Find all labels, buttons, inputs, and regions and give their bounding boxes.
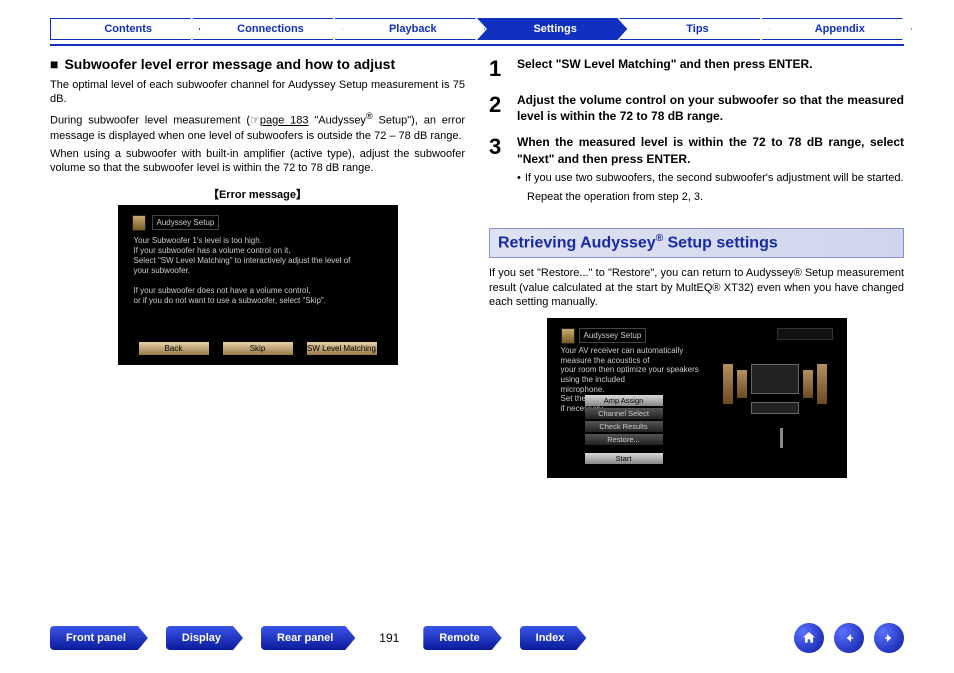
bullet-icon: • <box>517 171 521 186</box>
shot1-l1: Your Subwoofer 1's level is too high. <box>134 236 382 246</box>
shot1-l2: If your subwoofer has a volume control o… <box>134 246 382 256</box>
menu-restore: Restore... <box>585 434 663 445</box>
menu-start: Start <box>585 453 663 464</box>
arrow-left-icon <box>841 630 857 646</box>
display-link[interactable]: Display <box>166 626 243 650</box>
step-1-text: Select "SW Level Matching" and then pres… <box>517 56 904 82</box>
tab-appendix[interactable]: Appendix <box>762 18 912 40</box>
square-bullet-icon: ■ <box>50 56 58 74</box>
menu-check-results: Check Results <box>585 421 663 432</box>
top-divider <box>50 44 904 46</box>
receiver-graphic <box>751 402 799 414</box>
shot2-l3: microphone. <box>561 385 711 395</box>
shot2-menu: Amp Assign Channel Select Check Results … <box>585 395 663 464</box>
reg-mark: ® <box>366 111 373 121</box>
index-link[interactable]: Index <box>520 626 587 650</box>
rear-panel-link[interactable]: Rear panel <box>261 626 355 650</box>
shot2-title: Audyssey Setup <box>579 328 647 343</box>
step-3-num: 3 <box>489 134 507 204</box>
shot1-l3: Select "SW Level Matching" to interactiv… <box>134 256 382 266</box>
top-tabs: Contents Connections Playback Settings T… <box>50 18 904 40</box>
section-title: Retrieving Audyssey® Setup settings <box>489 228 904 257</box>
step-2: 2 Adjust the volume control on your subw… <box>489 92 904 124</box>
left-p1: The optimal level of each subwoofer chan… <box>50 78 465 108</box>
speaker-icon-2 <box>561 328 575 344</box>
tab-settings[interactable]: Settings <box>477 18 627 40</box>
shot1-l4: your subwoofer. <box>134 266 382 276</box>
step-3-text: When the measured level is within the 72… <box>517 134 904 204</box>
page-number: 191 <box>373 631 405 645</box>
step-3-sub1-text: If you use two subwoofers, the second su… <box>525 171 904 186</box>
next-button[interactable] <box>874 623 904 653</box>
left-heading-text: Subwoofer level error message and how to… <box>64 56 395 74</box>
speaker-graphic <box>817 364 827 404</box>
bottom-bar: Front panel Display Rear panel 191 Remot… <box>50 623 904 653</box>
remote-link[interactable]: Remote <box>423 626 501 650</box>
shot2-l2: your room then optimize your speakers us… <box>561 365 711 384</box>
arrow-right-icon <box>881 630 897 646</box>
step-3-sub1: • If you use two subwoofers, the second … <box>517 171 904 186</box>
step-3-sub2: Repeat the operation from step 2, 3. <box>527 190 904 205</box>
section-para: If you set "Restore..." to "Restore", yo… <box>489 266 904 311</box>
shot1-title: Audyssey Setup <box>152 215 220 230</box>
tv-graphic <box>751 364 799 394</box>
prev-button[interactable] <box>834 623 864 653</box>
shot1-l6: or if you do not want to use a subwoofer… <box>134 296 382 306</box>
right-column: 1 Select "SW Level Matching" and then pr… <box>489 56 904 478</box>
speaker-icon <box>132 215 146 231</box>
tab-connections[interactable]: Connections <box>192 18 342 40</box>
mic-graphic <box>780 428 783 448</box>
home-button[interactable] <box>794 623 824 653</box>
step-2-num: 2 <box>489 92 507 124</box>
shot2-graphic <box>713 358 833 458</box>
speaker-graphic <box>803 370 813 398</box>
hand-icon: ☞ <box>250 115 260 127</box>
front-panel-link[interactable]: Front panel <box>50 626 148 650</box>
speaker-graphic <box>723 364 733 404</box>
shot1-skip-button: Skip <box>223 342 293 355</box>
shot2-l1: Your AV receiver can automatically measu… <box>561 346 711 365</box>
left-p3: When using a subwoofer with built-in amp… <box>50 147 465 177</box>
tab-contents[interactable]: Contents <box>50 18 200 40</box>
step-3: 3 When the measured level is within the … <box>489 134 904 204</box>
shot1-back-button: Back <box>139 342 209 355</box>
menu-amp-assign: Amp Assign <box>585 395 663 406</box>
home-icon <box>801 630 817 646</box>
left-p2: During subwoofer level measurement (☞pag… <box>50 110 465 143</box>
audyssey-logo <box>777 328 833 340</box>
left-column: ■ Subwoofer level error message and how … <box>50 56 465 478</box>
step-3-main: When the measured level is within the 72… <box>517 135 904 165</box>
step-1-num: 1 <box>489 56 507 82</box>
shot1-l5: If your subwoofer does not have a volume… <box>134 286 382 296</box>
error-message-label: 【Error message】 <box>50 186 465 202</box>
page-183-link[interactable]: page 183 <box>260 115 309 127</box>
step-1: 1 Select "SW Level Matching" and then pr… <box>489 56 904 82</box>
tab-playback[interactable]: Playback <box>335 18 485 40</box>
shot1-sw-button: SW Level Matching <box>307 342 377 355</box>
setup-screenshot: Audyssey Setup Your AV receiver can auto… <box>547 318 847 478</box>
error-screenshot: Audyssey Setup Your Subwoofer 1's level … <box>118 205 398 365</box>
left-heading: ■ Subwoofer level error message and how … <box>50 56 465 74</box>
step-2-text: Adjust the volume control on your subwoo… <box>517 92 904 124</box>
menu-channel-select: Channel Select <box>585 408 663 419</box>
shot1-buttons: Back Skip SW Level Matching <box>118 342 398 355</box>
tab-tips[interactable]: Tips <box>619 18 769 40</box>
speaker-graphic <box>737 370 747 398</box>
shot1-text: Your Subwoofer 1's level is too high. If… <box>134 236 382 306</box>
left-p2b: "Audyssey <box>309 115 366 127</box>
left-p2a: During subwoofer level measurement ( <box>50 115 250 127</box>
